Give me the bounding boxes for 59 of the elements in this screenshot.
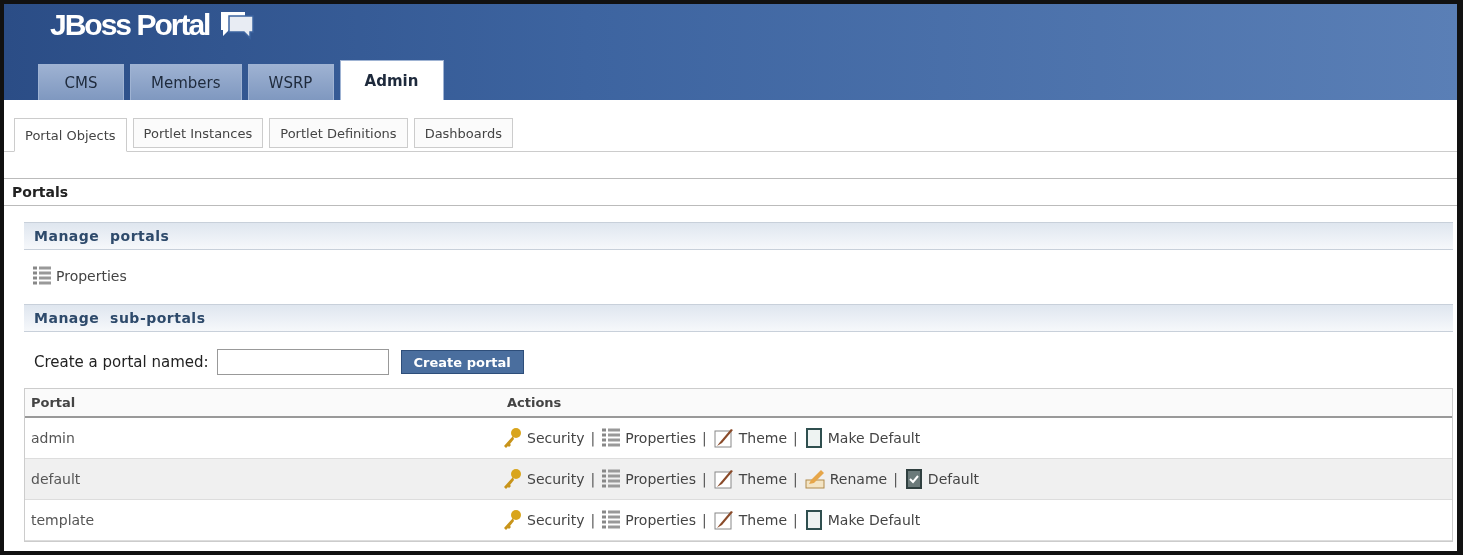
section-header: Manage portals (24, 222, 1453, 250)
action-link[interactable]: Make Default (803, 509, 921, 531)
action-link[interactable]: Theme (712, 427, 787, 449)
main-tab[interactable]: Members (130, 64, 242, 100)
sub-tab[interactable]: Portlet Definitions (269, 118, 408, 148)
checked-page-icon (903, 468, 924, 490)
main-tab[interactable]: CMS (38, 64, 124, 100)
action-link[interactable]: Theme (712, 509, 787, 531)
list-icon (32, 266, 52, 286)
separator: | (793, 471, 798, 487)
list-icon (601, 469, 622, 489)
separator: | (590, 430, 596, 446)
key-icon (501, 427, 523, 449)
action-link[interactable]: Security (501, 509, 585, 531)
separator: | (793, 512, 798, 528)
table-cell-text: admin (30, 430, 76, 446)
sub-tab[interactable]: Dashboards (413, 118, 513, 148)
table-cell-text: template (30, 512, 96, 528)
main-tab[interactable]: Admin (339, 60, 444, 100)
section-title: Portals (4, 178, 1457, 206)
action-link[interactable]: Make Default (803, 427, 921, 449)
column-header: Actions (506, 395, 563, 410)
list-icon (601, 510, 622, 530)
sub-tab[interactable]: Portal Objects (14, 118, 127, 152)
brush-icon (712, 427, 735, 449)
action-link[interactable]: Properties (601, 469, 696, 489)
page-icon (803, 509, 824, 531)
action-link[interactable]: Theme (712, 468, 787, 490)
speech-bubble-icon (219, 9, 256, 41)
action-link[interactable]: Rename (803, 468, 888, 490)
create-portal-button[interactable]: Create portal (400, 350, 524, 374)
list-icon (601, 428, 622, 448)
portal-name-field[interactable] (216, 349, 389, 375)
separator: | (702, 471, 707, 487)
action-link[interactable]: Properties (601, 428, 696, 448)
page-icon (803, 427, 824, 449)
table-cell-text: default (30, 471, 82, 487)
separator: | (793, 430, 798, 446)
separator: | (702, 512, 707, 528)
section-header: Manage sub-portals (24, 304, 1453, 332)
action-link[interactable]: Properties (601, 510, 696, 530)
action-link[interactable]: Default (903, 468, 979, 490)
brush-icon (712, 509, 735, 531)
key-icon (501, 509, 523, 531)
separator: | (893, 471, 898, 487)
brush-icon (712, 468, 735, 490)
action-link[interactable]: Security (501, 427, 585, 449)
sub-tab[interactable]: Portlet Instances (132, 118, 264, 148)
separator: | (702, 430, 707, 446)
logo: JBoss Portal (50, 8, 210, 42)
key-icon (501, 468, 523, 490)
column-header: Portal (30, 395, 77, 410)
field-label: Create a portal named: (34, 353, 209, 371)
separator: | (590, 512, 596, 528)
main-tab[interactable]: WSRP (247, 64, 334, 100)
action-link[interactable]: Security (501, 468, 585, 490)
pencil-icon (803, 468, 826, 490)
properties-link[interactable]: Properties (32, 266, 127, 286)
separator: | (590, 471, 596, 487)
